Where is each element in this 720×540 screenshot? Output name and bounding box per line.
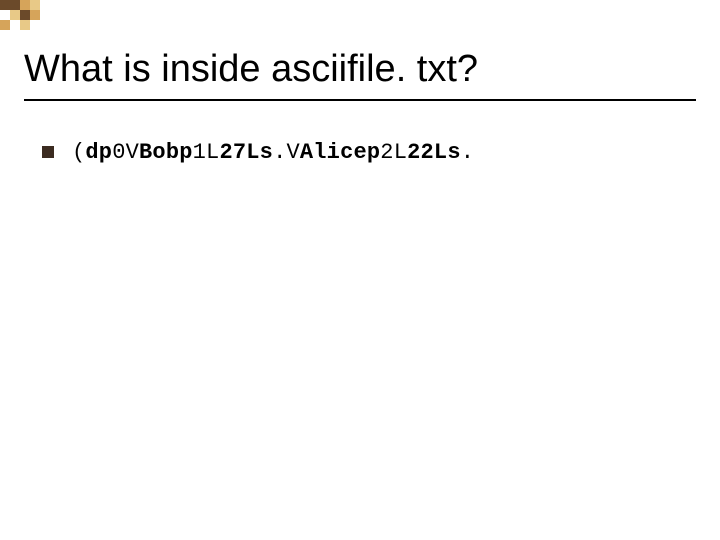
title-area: What is inside asciifile. txt? [24, 48, 696, 101]
list-item: (dp0VBobp1L27Ls.VAlicep2L22Ls. [42, 140, 696, 165]
square-bullet-icon [42, 146, 54, 158]
content-area: (dp0VBobp1L27Ls.VAlicep2L22Ls. [42, 140, 696, 165]
title-underline [24, 99, 696, 101]
page-title: What is inside asciifile. txt? [24, 48, 696, 97]
code-text: (dp0VBobp1L27Ls.VAlicep2L22Ls. [72, 140, 474, 165]
logo-icon [0, 0, 80, 40]
logo-graphic [0, 0, 80, 40]
